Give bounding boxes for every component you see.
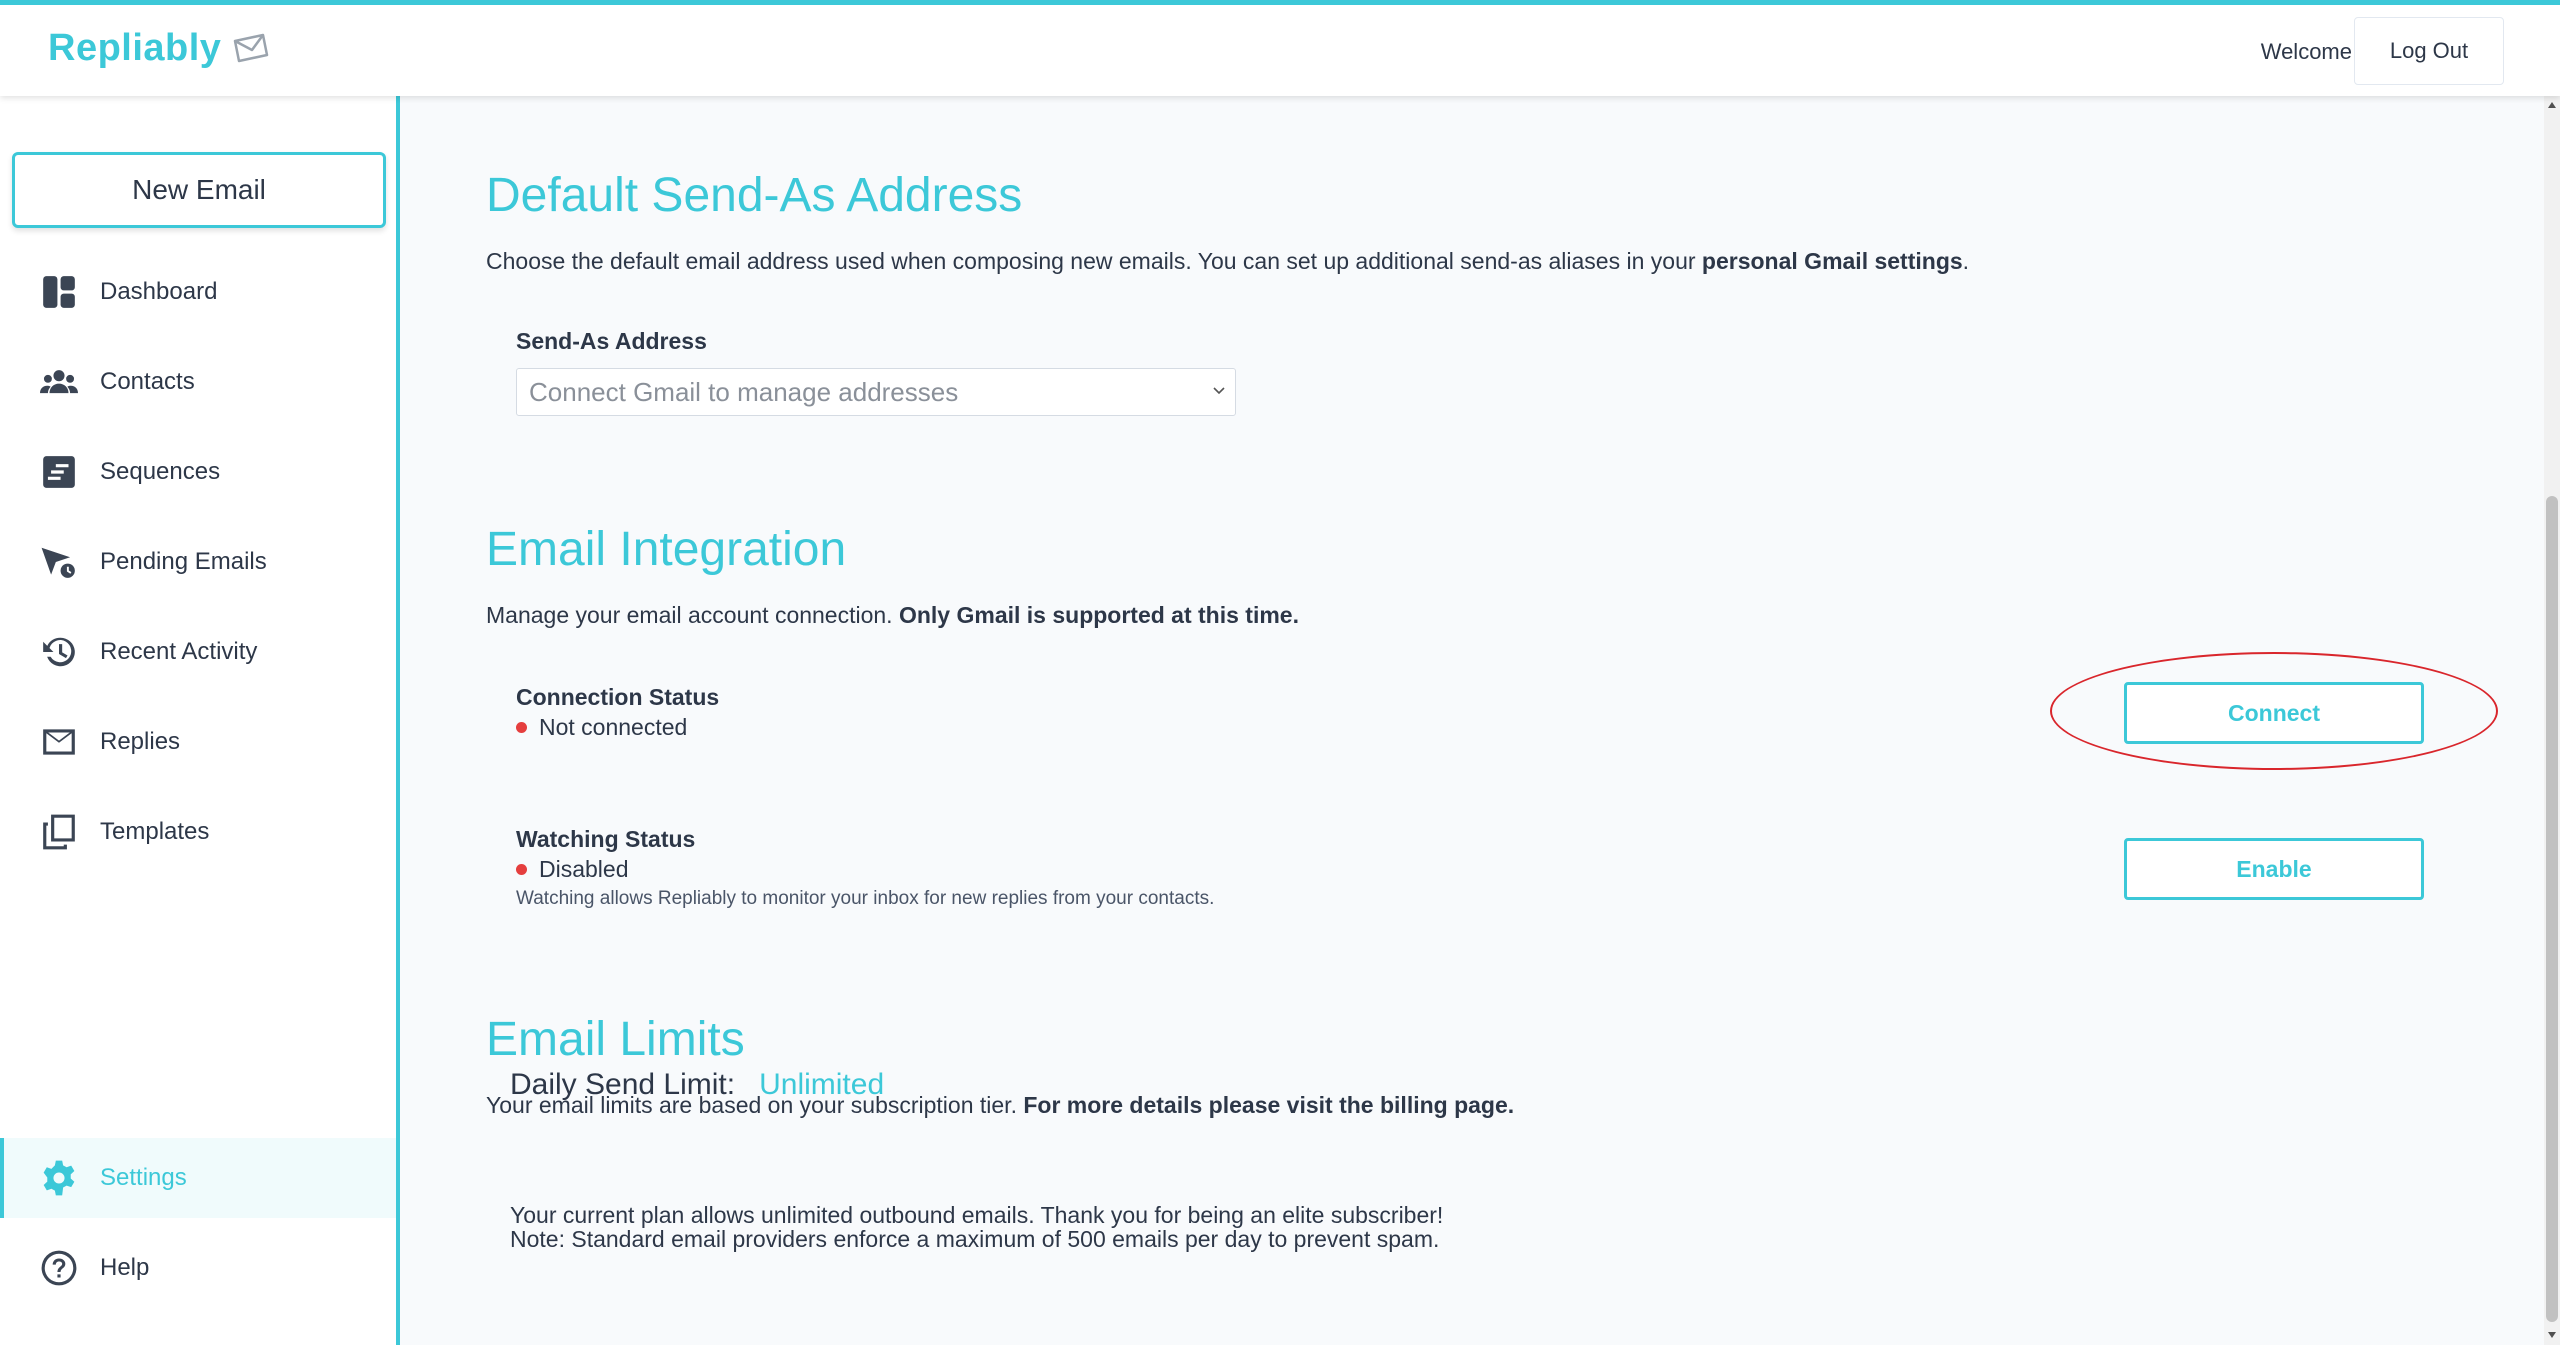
sidebar-item-dashboard[interactable]: Dashboard	[0, 252, 396, 332]
watching-note: Watching allows Repliably to monitor you…	[516, 888, 1215, 909]
limit-note-1: Your current plan allows unlimited outbo…	[510, 1202, 1444, 1228]
section-desc-integration: Manage your email account connection. On…	[486, 602, 1299, 628]
settings-content: Default Send-As Address Choose the defau…	[404, 96, 2544, 1345]
brand-name: Repliably	[48, 27, 222, 69]
users-icon	[40, 370, 78, 394]
sidebar-item-label: Dashboard	[100, 278, 218, 305]
sidebar-item-contacts[interactable]: Contacts	[0, 342, 396, 422]
daily-limit-label: Daily Send Limit:	[510, 1068, 736, 1101]
gear-icon	[43, 1160, 75, 1196]
sidebar: New Email Dashboard Contacts Sequences P…	[0, 96, 400, 1345]
sidebar-item-help[interactable]: Help	[0, 1228, 396, 1308]
sidebar-item-label: Help	[100, 1254, 150, 1281]
section-title-integration: Email Integration	[486, 523, 847, 576]
sidebar-item-recent-activity[interactable]: Recent Activity	[0, 612, 396, 692]
enable-button[interactable]: Enable	[2124, 838, 2424, 900]
section-title-limits: Email Limits	[486, 1013, 745, 1066]
daily-limit-row: Daily Send Limit: Unlimited	[510, 1068, 884, 1102]
connect-button[interactable]: Connect	[2124, 682, 2424, 744]
pending-email-icon	[41, 547, 77, 580]
status-dot-icon	[516, 864, 527, 875]
send-as-label: Send-As Address	[516, 328, 707, 354]
brand-logo[interactable]: Repliably	[48, 27, 271, 70]
logout-button[interactable]: Log Out	[2354, 17, 2504, 85]
sidebar-item-label: Settings	[100, 1164, 187, 1191]
connection-status-value: Not connected	[516, 714, 687, 741]
scroll-up-icon[interactable]	[2547, 100, 2557, 110]
sidebar-item-label: Recent Activity	[100, 638, 258, 665]
sidebar-item-label: Sequences	[100, 458, 221, 485]
send-as-placeholder: Connect Gmail to manage addresses	[529, 376, 959, 407]
sidebar-item-replies[interactable]: Replies	[0, 702, 396, 782]
billing-page-link[interactable]: For more details please visit the billin…	[1023, 1092, 1514, 1118]
sidebar-item-label: Contacts	[100, 368, 195, 395]
envelope-icon	[43, 729, 75, 755]
connection-status-label: Connection Status	[516, 684, 720, 710]
envelope-logo-icon	[234, 33, 269, 62]
copy-icon	[43, 814, 75, 850]
welcome-text: Welcome	[2260, 39, 2352, 64]
sidebar-item-pending-emails[interactable]: Pending Emails	[0, 522, 396, 602]
sidebar-item-settings[interactable]: Settings	[0, 1138, 396, 1218]
limit-note-2: Note: Standard email providers enforce a…	[510, 1226, 1440, 1252]
dashboard-icon	[43, 276, 75, 308]
watching-status-value: Disabled	[516, 856, 629, 883]
watching-status-label: Watching Status	[516, 826, 696, 852]
section-title-send-as: Default Send-As Address	[486, 169, 1023, 222]
chevron-down-icon	[1213, 387, 1225, 395]
sequence-icon	[43, 456, 75, 488]
sidebar-item-label: Pending Emails	[100, 548, 267, 575]
daily-limit-value: Unlimited	[759, 1068, 885, 1101]
sidebar-item-templates[interactable]: Templates	[0, 792, 396, 872]
gmail-settings-link[interactable]: personal Gmail settings	[1702, 248, 1963, 274]
section-desc-send-as: Choose the default email address used wh…	[486, 248, 1970, 274]
sidebar-item-label: Replies	[100, 728, 181, 755]
scroll-down-icon[interactable]	[2547, 1330, 2557, 1340]
top-bar: Repliably Welcome Log Out	[0, 0, 2560, 96]
history-icon	[43, 637, 75, 667]
scrollbar-thumb[interactable]	[2546, 496, 2558, 1322]
sidebar-item-label: Templates	[100, 818, 210, 845]
new-email-button[interactable]: New Email	[12, 152, 386, 228]
status-dot-icon	[516, 722, 527, 733]
send-as-select[interactable]: Connect Gmail to manage addresses	[516, 368, 1236, 416]
question-icon	[41, 1250, 77, 1286]
sidebar-item-sequences[interactable]: Sequences	[0, 432, 396, 512]
